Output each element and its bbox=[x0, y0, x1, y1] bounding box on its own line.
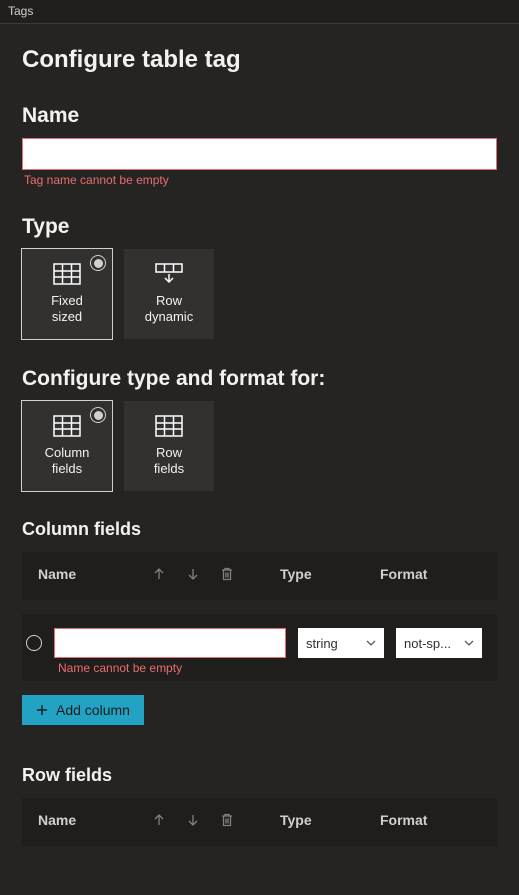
row-fields-section: Row fields Name Type Format bbox=[22, 765, 497, 846]
page-title: Configure table tag bbox=[22, 46, 497, 74]
panel-body: Configure table tag Name Tag name cannot… bbox=[0, 24, 519, 895]
col-header-type: Type bbox=[280, 566, 362, 582]
column-field-format-select[interactable]: not-sp... bbox=[396, 628, 482, 658]
row-fields-heading: Row fields bbox=[22, 765, 497, 786]
column-field-name-error: Name cannot be empty bbox=[58, 661, 286, 675]
formatfor-option-row[interactable]: Row fields bbox=[124, 401, 214, 491]
type-label: Type bbox=[22, 215, 497, 239]
arrow-up-icon[interactable] bbox=[152, 813, 166, 827]
column-field-name-input[interactable] bbox=[54, 628, 286, 658]
formatfor-option-column[interactable]: Column fields bbox=[22, 401, 112, 491]
panel-title: Tags bbox=[8, 4, 33, 18]
name-section: Name Tag name cannot be empty bbox=[22, 104, 497, 187]
col-header-name: Name bbox=[38, 566, 134, 582]
formatfor-option-column-label: Column fields bbox=[45, 445, 90, 476]
type-section: Type Fixed sized Row dynamic bbox=[22, 215, 497, 339]
col-header-name: Name bbox=[38, 812, 134, 828]
name-label: Name bbox=[22, 104, 497, 128]
type-option-rowdynamic[interactable]: Row dynamic bbox=[124, 249, 214, 339]
arrow-up-icon[interactable] bbox=[152, 567, 166, 581]
radio-icon bbox=[90, 407, 106, 423]
column-field-row: Name cannot be empty string not-sp... bbox=[22, 614, 497, 681]
grid-icon bbox=[155, 415, 183, 437]
type-option-rowdynamic-label: Row dynamic bbox=[145, 293, 193, 324]
column-fields-header: Name Type Format bbox=[22, 552, 497, 600]
trash-icon[interactable] bbox=[220, 567, 234, 581]
tag-name-error: Tag name cannot be empty bbox=[24, 173, 497, 187]
panel-header: Tags bbox=[0, 0, 519, 24]
format-for-label: Configure type and format for: bbox=[22, 367, 497, 391]
format-for-section: Configure type and format for: Column fi… bbox=[22, 367, 497, 491]
grid-icon bbox=[53, 263, 81, 285]
arrow-down-icon[interactable] bbox=[186, 813, 200, 827]
type-option-fixed-label: Fixed sized bbox=[51, 293, 83, 324]
radio-icon bbox=[90, 255, 106, 271]
col-header-format: Format bbox=[380, 812, 462, 828]
arrow-down-icon[interactable] bbox=[186, 567, 200, 581]
column-fields-heading: Column fields bbox=[22, 519, 497, 540]
row-dynamic-icon bbox=[155, 263, 183, 285]
col-header-format: Format bbox=[380, 566, 462, 582]
chevron-down-icon bbox=[366, 640, 376, 646]
add-column-button[interactable]: Add column bbox=[22, 695, 144, 725]
type-option-fixed[interactable]: Fixed sized bbox=[22, 249, 112, 339]
column-fields-section: Column fields Name Type Format Name cann… bbox=[22, 519, 497, 725]
plus-icon bbox=[36, 704, 48, 716]
formatfor-option-row-label: Row fields bbox=[154, 445, 184, 476]
column-field-type-select[interactable]: string bbox=[298, 628, 384, 658]
row-select-radio[interactable] bbox=[26, 635, 42, 651]
grid-icon bbox=[53, 415, 81, 437]
row-fields-header: Name Type Format bbox=[22, 798, 497, 846]
tag-name-input[interactable] bbox=[22, 138, 497, 170]
trash-icon[interactable] bbox=[220, 813, 234, 827]
col-header-type: Type bbox=[280, 812, 362, 828]
chevron-down-icon bbox=[464, 640, 474, 646]
